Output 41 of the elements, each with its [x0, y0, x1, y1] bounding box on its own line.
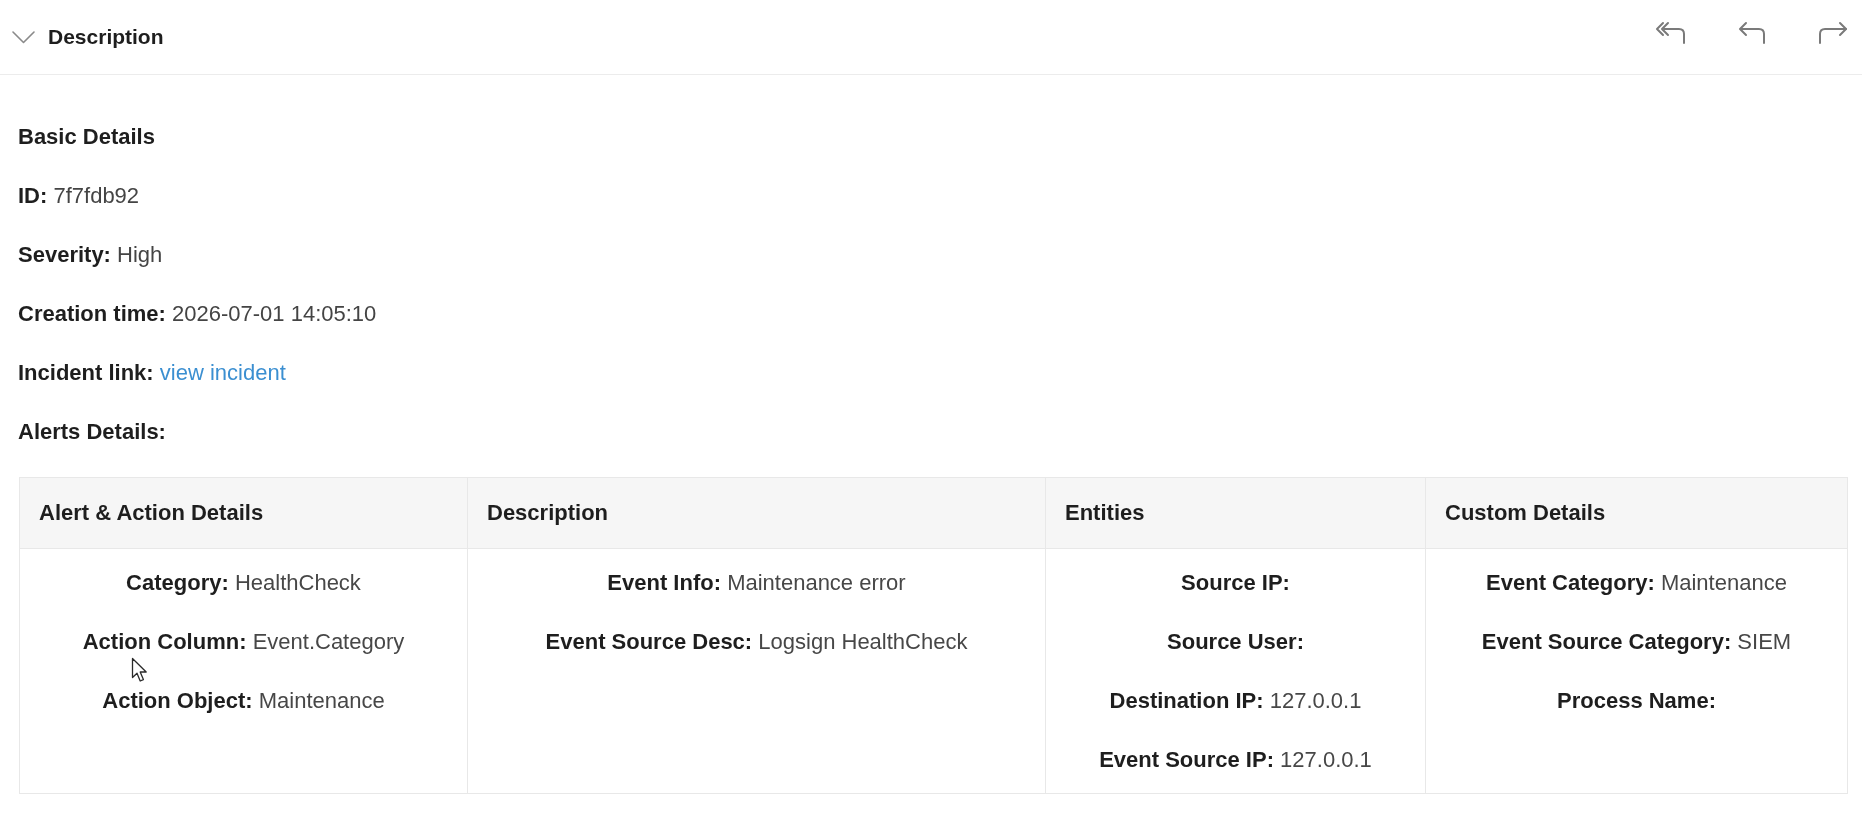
detail-value: Event.Category	[252, 629, 405, 654]
detail-label: Destination IP:	[1109, 688, 1264, 713]
section-title: Alerts Details:	[18, 419, 166, 445]
column-header: Custom Details	[1425, 478, 1847, 549]
field-label: Severity:	[18, 242, 111, 267]
cursor-icon	[131, 657, 148, 683]
field-label: ID:	[18, 183, 48, 208]
detail-value: SIEM	[1737, 629, 1792, 654]
detail-label: Event Source Category:	[1481, 629, 1732, 654]
panel-title: Description	[48, 25, 164, 49]
detail-value: 127.0.0.1	[1280, 747, 1372, 772]
detail-value: Maintenance error	[727, 570, 906, 595]
detail-label: Process Name:	[1557, 688, 1716, 713]
detail-label: Category:	[126, 570, 229, 595]
detail-label: Source User:	[1167, 629, 1304, 654]
forward-icon[interactable]	[1818, 20, 1848, 44]
detail-value: HealthCheck	[234, 570, 361, 595]
detail-label: Event Category:	[1486, 570, 1655, 595]
detail-label: Action Object:	[102, 688, 253, 713]
field-value: High	[117, 242, 163, 267]
field-value: 7f7fdb92	[53, 183, 140, 208]
field-label: Incident link:	[18, 360, 154, 385]
section-title: Basic Details	[18, 124, 155, 149]
detail-label: Event Source IP:	[1099, 747, 1274, 772]
detail-label: Event Info:	[607, 570, 721, 595]
detail-label: Action Column:	[82, 629, 247, 654]
detail-label: Source IP:	[1181, 570, 1290, 595]
reply-all-icon[interactable]	[1655, 20, 1686, 44]
column-header: Entities	[1045, 478, 1425, 549]
column-header: Alert & Action Details	[20, 478, 467, 549]
incident-link[interactable]: view incident	[159, 360, 286, 385]
detail-label: Event Source Desc:	[545, 629, 753, 654]
field-label: Creation time:	[18, 301, 166, 326]
column-header: Description	[467, 478, 1045, 549]
detail-value: Maintenance	[1660, 570, 1787, 595]
detail-value: 127.0.0.1	[1269, 688, 1362, 713]
detail-value: Maintenance	[258, 688, 385, 713]
field-value: 2026-07-01 14:05:10	[172, 301, 377, 326]
detail-value: Logsign HealthCheck	[758, 629, 968, 654]
reply-icon[interactable]	[1738, 20, 1766, 44]
chevron-icon[interactable]	[12, 30, 35, 44]
